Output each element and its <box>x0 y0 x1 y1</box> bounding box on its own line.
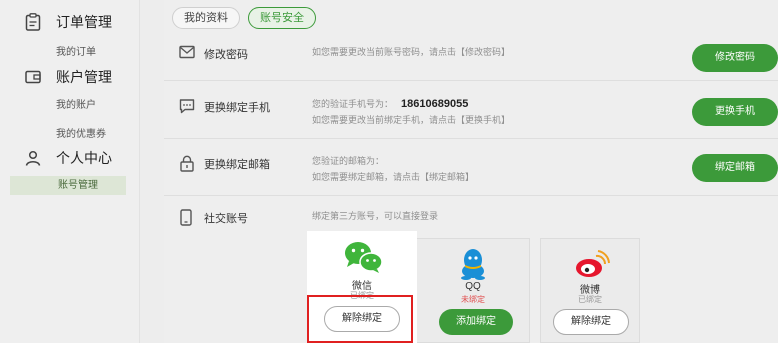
wechat-icon <box>342 240 386 274</box>
change-password-button[interactable]: 修改密码 <box>692 44 778 72</box>
weibo-status: 已绑定 <box>578 295 602 304</box>
phone-number: 18610689055 <box>401 98 469 110</box>
sidebar-group-personal[interactable]: 个人中心 <box>24 148 112 168</box>
wallet-icon <box>24 68 42 86</box>
highlight-box <box>307 295 413 343</box>
user-icon <box>24 149 42 167</box>
sidebar-group-account[interactable]: 账户管理 <box>24 67 112 87</box>
phone-title: 更换绑定手机 <box>204 102 270 114</box>
password-row: 修改密码 如您需要更改当前账号密码，请点击【修改密码】 修改密码 <box>164 36 778 81</box>
sidebar-group-title: 订单管理 <box>56 14 112 30</box>
sidebar-item-my-account[interactable]: 我的账户 <box>56 96 96 111</box>
tab-account-security[interactable]: 账号安全 <box>248 7 316 29</box>
qq-name: QQ <box>465 281 481 292</box>
social-title: 社交账号 <box>204 213 248 225</box>
chat-bubble-icon <box>179 98 195 114</box>
social-desc: 绑定第三方账号，可以直接登录 <box>312 211 439 221</box>
phone-info: 您的验证手机号为： 18610689055 如您需要更改当前绑定手机，请点击【更换… <box>312 96 510 128</box>
weibo-card: 微博 已绑定 解除绑定 <box>540 238 640 343</box>
password-title: 修改密码 <box>204 49 248 61</box>
mobile-phone-icon <box>179 209 195 226</box>
bind-email-button[interactable]: 绑定邮箱 <box>692 154 778 182</box>
email-label: 您验证的邮箱为： <box>312 156 385 166</box>
bind-qq-button[interactable]: 添加绑定 <box>439 309 513 335</box>
sidebar: 订单管理 我的订单 账户管理 我的账户 我的优惠券 个人中心 账号管理 <box>0 0 140 343</box>
lock-icon <box>179 155 195 172</box>
clipboard-icon <box>24 13 42 31</box>
sidebar-group-title: 个人中心 <box>56 150 112 166</box>
sidebar-item-account-management[interactable]: 账号管理 <box>10 176 126 195</box>
change-phone-button[interactable]: 更换手机 <box>692 98 778 126</box>
sidebar-item-my-orders[interactable]: 我的订单 <box>56 43 96 58</box>
sidebar-group-orders[interactable]: 订单管理 <box>24 12 112 32</box>
qq-status: 未绑定 <box>461 295 485 304</box>
password-desc: 如您需要更改当前账号密码，请点击【修改密码】 <box>312 47 511 57</box>
unbind-weibo-button[interactable]: 解除绑定 <box>553 309 629 335</box>
qq-icon <box>458 247 488 281</box>
mail-icon <box>179 45 195 61</box>
phone-desc: 如您需要更改当前绑定手机，请点击【更换手机】 <box>312 115 511 125</box>
phone-row: 更换绑定手机 您的验证手机号为： 18610689055 如您需要更改当前绑定手机… <box>164 82 778 139</box>
email-title: 更换绑定邮箱 <box>204 159 270 171</box>
tab-my-profile[interactable]: 我的资料 <box>172 7 240 29</box>
weibo-icon <box>574 249 610 279</box>
email-desc: 如您需要绑定邮箱，请点击【绑定邮箱】 <box>312 172 475 182</box>
email-row: 更换绑定邮箱 您验证的邮箱为： 如您需要绑定邮箱，请点击【绑定邮箱】 绑定邮箱 <box>164 140 778 196</box>
sidebar-item-my-coupons[interactable]: 我的优惠券 <box>56 125 106 140</box>
sidebar-group-title: 账户管理 <box>56 69 112 85</box>
phone-label: 您的验证手机号为： <box>312 99 394 109</box>
tab-bar: 我的资料 账号安全 <box>172 7 316 29</box>
email-info: 您验证的邮箱为： 如您需要绑定邮箱，请点击【绑定邮箱】 <box>312 153 474 185</box>
qq-card: QQ 未绑定 添加绑定 <box>417 238 530 343</box>
